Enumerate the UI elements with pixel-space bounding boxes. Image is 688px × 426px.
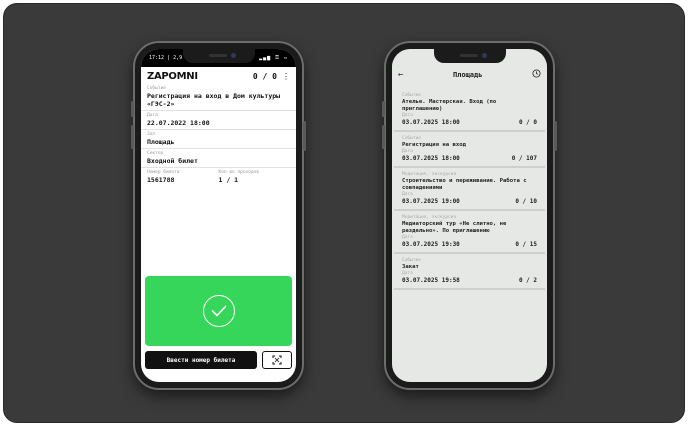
list-item[interactable]: Событие Ателье. Мастерская. Вход (по при… [394,89,545,132]
sector-field: Сектор Входной билет [141,149,296,168]
clock-glyph [532,69,541,78]
ticket-row: Номер билета 1561788 Кол-во проходов 1 /… [141,168,296,186]
event-name: Регистрация на вход [402,142,466,148]
event-date: 03.07.2025 18:00 [402,155,460,162]
phone-screen: 17:12 | 2,9 КБ/с ⚠ ▂▄▆ ⚿ ▭ ZAPOMNI 0 / 0… [141,49,296,382]
nav-bar: ← Площадь [392,61,547,89]
event-count: 0 / 15 [515,241,537,248]
date-field: Дата 22.07.2022 18:00 [141,111,296,130]
event-meta: 03.07.2025 19:00 0 / 10 [402,198,537,205]
event-name: Закат [402,264,419,270]
list-item[interactable]: Событие Регистрация на вход Дата 03.07.2… [394,132,545,168]
event-name: Строительство и переживание. Работа с со… [402,178,527,191]
side-button [554,121,557,151]
app-header: ZAPOMNI 0 / 0 ⋮ [141,67,296,84]
list-item[interactable]: Медитация, экскурсия Строительство и пер… [394,168,545,211]
phone-notch [433,49,506,63]
event-name: Медиаторский тур «Не слитно, не раздельн… [402,221,507,234]
event-count: 0 / 2 [518,277,537,284]
list-item[interactable]: Медитация, экскурсия Медиаторский тур «Н… [394,211,545,254]
event-meta: 03.07.2025 19:58 0 / 2 [402,277,537,284]
side-button [382,101,385,117]
side-button [303,121,306,151]
date-value: 22.07.2022 18:00 [147,119,210,127]
kebab-icon[interactable]: ⋮ [282,72,290,81]
passes-value: 1 / 1 [218,176,239,184]
event-date: 03.07.2025 19:58 [402,277,460,284]
scan-result-panel [145,276,292,346]
event-date: 03.07.2025 18:00 [402,119,460,126]
event-meta: 03.07.2025 18:00 0 / 107 [402,155,537,162]
event-count: 0 / 0 [518,119,537,126]
status-icons: ▂▄▆ ⚿ ▭ [259,55,288,61]
event-meta: 03.07.2025 19:30 0 / 15 [402,241,537,248]
scan-glyph [272,355,282,365]
qr-scan-icon[interactable] [262,351,292,369]
check-icon [211,305,226,317]
event-list: Событие Ателье. Мастерская. Вход (по при… [392,89,547,290]
list-item[interactable]: Событие Закат Дата 03.07.2025 19:58 0 / … [394,254,545,290]
event-meta: 03.07.2025 18:00 0 / 0 [402,119,537,126]
app-logo: ZAPOMNI [147,71,198,82]
event-value: Регистрация на вход в Дом культуры «ГЭС-… [147,92,281,108]
event-date: 03.07.2025 19:30 [402,241,460,248]
showcase-frame: 17:12 | 2,9 КБ/с ⚠ ▂▄▆ ⚿ ▭ ZAPOMNI 0 / 0… [3,3,685,423]
scan-counter: 0 / 0 [252,72,277,81]
side-button [131,125,134,149]
event-count: 0 / 10 [515,198,537,205]
event-name: Ателье. Мастерская. Вход (по приглашению… [402,99,497,112]
arrow-left-icon[interactable]: ← [398,70,403,80]
hall-value: Площадь [147,138,175,146]
ticket-value: 1561788 [147,176,175,184]
event-date: 03.07.2025 19:00 [402,198,460,205]
event-field: Событие Регистрация на вход в Дом культу… [141,84,296,111]
events-phone: ← Площадь Событие Ателье. Мастерская. Вх… [382,41,557,390]
bottom-actions: Ввести номер билета [145,351,292,369]
phone-notch [182,49,255,63]
side-button [131,101,134,117]
side-button [382,125,385,149]
scanner-phone: 17:12 | 2,9 КБ/с ⚠ ▂▄▆ ⚿ ▭ ZAPOMNI 0 / 0… [131,41,306,390]
phone-screen: ← Площадь Событие Ателье. Мастерская. Вх… [392,49,547,382]
clock-icon[interactable] [532,69,541,81]
enter-ticket-button[interactable]: Ввести номер билета [145,351,257,369]
event-count: 0 / 107 [511,155,537,162]
hall-field: Зал Площадь [141,130,296,149]
page-title: Площадь [452,71,483,79]
sector-value: Входной билет [147,157,198,165]
check-circle-icon [202,295,235,327]
